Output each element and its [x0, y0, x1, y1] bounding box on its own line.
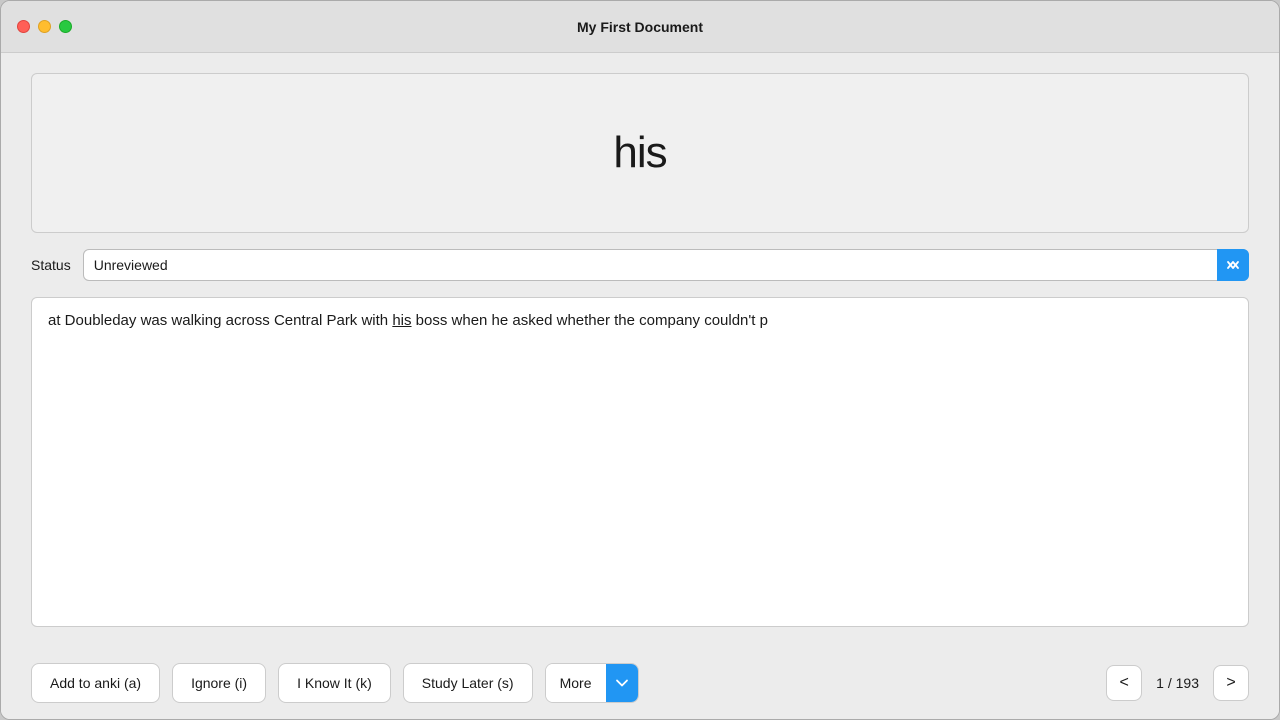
context-before: at Doubleday was walking across Central … — [48, 312, 392, 329]
study-later-button[interactable]: Study Later (s) — [403, 663, 533, 703]
context-highlighted: his — [392, 312, 411, 329]
status-row: Status Unreviewed Reviewed Known Suspend… — [31, 249, 1249, 281]
navigation-group: < 1 / 193 > — [1106, 665, 1249, 701]
prev-button[interactable]: < — [1106, 665, 1142, 701]
page-counter: 1 / 193 — [1148, 675, 1207, 691]
context-area: at Doubleday was walking across Central … — [31, 297, 1249, 627]
more-button[interactable]: More — [546, 664, 606, 702]
card-display: his — [31, 73, 1249, 233]
close-button[interactable] — [17, 20, 30, 33]
context-text: at Doubleday was walking across Central … — [48, 312, 768, 329]
context-after: boss when he asked whether the company c… — [412, 312, 768, 329]
bottom-bar: Add to anki (a) Ignore (i) I Know It (k)… — [1, 647, 1279, 719]
main-window: My First Document his Status Unreviewed … — [0, 0, 1280, 720]
next-button[interactable]: > — [1213, 665, 1249, 701]
maximize-button[interactable] — [59, 20, 72, 33]
title-bar: My First Document — [1, 1, 1279, 53]
more-button-group: More — [545, 663, 639, 703]
window-title: My First Document — [577, 19, 703, 35]
status-label: Status — [31, 257, 71, 273]
ignore-button[interactable]: Ignore (i) — [172, 663, 266, 703]
main-content: his Status Unreviewed Reviewed Known Sus… — [1, 53, 1279, 647]
card-word: his — [613, 128, 666, 178]
i-know-it-button[interactable]: I Know It (k) — [278, 663, 391, 703]
status-select[interactable]: Unreviewed Reviewed Known Suspended — [83, 249, 1249, 281]
status-select-wrapper: Unreviewed Reviewed Known Suspended — [83, 249, 1249, 281]
minimize-button[interactable] — [38, 20, 51, 33]
traffic-lights — [17, 20, 72, 33]
add-to-anki-button[interactable]: Add to anki (a) — [31, 663, 160, 703]
more-dropdown-button[interactable] — [606, 664, 638, 702]
